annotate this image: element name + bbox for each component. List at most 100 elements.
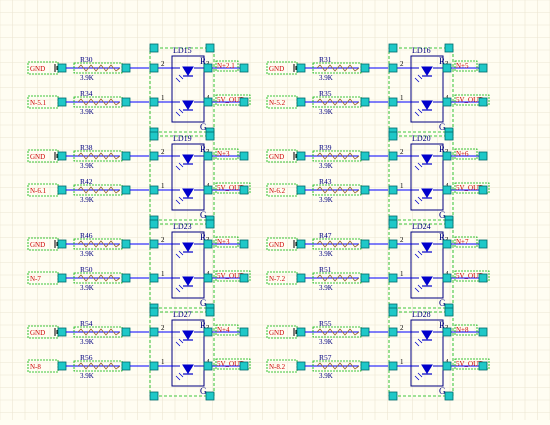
- output-pad[interactable]: [478, 361, 488, 371]
- led-pad[interactable]: [388, 327, 398, 337]
- led-pad[interactable]: [203, 327, 213, 337]
- resistor-pad-right[interactable]: [360, 361, 370, 371]
- net-label[interactable]: N-5.1: [27, 95, 59, 109]
- led-pad[interactable]: [388, 361, 398, 371]
- led-pad[interactable]: [442, 327, 452, 337]
- led-pad[interactable]: [388, 273, 398, 283]
- net-label-out[interactable]: N+2.1: [215, 60, 239, 72]
- led-pad[interactable]: [388, 131, 398, 141]
- resistor-pad-left[interactable]: [57, 185, 67, 195]
- led-pad[interactable]: [149, 239, 159, 249]
- net-label-out[interactable]: N+3: [215, 236, 239, 248]
- led-pad[interactable]: [388, 391, 398, 401]
- resistor-pad-right[interactable]: [360, 151, 370, 161]
- led-pad[interactable]: [203, 151, 213, 161]
- led-pad[interactable]: [388, 185, 398, 195]
- net-label[interactable]: N-6.2: [266, 183, 298, 197]
- led-pad[interactable]: [444, 391, 454, 401]
- resistor-pad-right[interactable]: [360, 239, 370, 249]
- resistor-pad-right[interactable]: [121, 239, 131, 249]
- resistor-pad-left[interactable]: [57, 273, 67, 283]
- led-pad[interactable]: [149, 97, 159, 107]
- net-label-out[interactable]: N+3: [215, 148, 239, 160]
- output-pad[interactable]: [478, 63, 488, 73]
- led-pad[interactable]: [444, 219, 454, 229]
- led-pad[interactable]: [444, 307, 454, 317]
- led-pad[interactable]: [444, 131, 454, 141]
- net-label-out[interactable]: N+7: [454, 236, 478, 248]
- output-pad[interactable]: [239, 63, 249, 73]
- net-label[interactable]: N-7: [27, 271, 59, 285]
- led-cell-ld27[interactable]: GNDR543.9KN-8R563.9KLD27RG2134N+45V_OUT: [27, 307, 251, 401]
- led-pad[interactable]: [442, 97, 452, 107]
- led-pad[interactable]: [203, 361, 213, 371]
- output-pad[interactable]: [239, 185, 249, 195]
- led-pad[interactable]: [388, 97, 398, 107]
- led-pad[interactable]: [205, 219, 215, 229]
- net-label-out[interactable]: N+4: [215, 324, 239, 336]
- output-pad[interactable]: [478, 273, 488, 283]
- net-label-out[interactable]: N+6: [454, 148, 478, 160]
- resistor-pad-left[interactable]: [296, 361, 306, 371]
- led-component[interactable]: LD20RG2134: [388, 134, 483, 221]
- led-pad[interactable]: [442, 63, 452, 73]
- led-component[interactable]: LD15RG2134: [149, 46, 244, 133]
- output-pad[interactable]: [478, 97, 488, 107]
- led-pad[interactable]: [149, 219, 159, 229]
- led-pad[interactable]: [388, 63, 398, 73]
- net-label[interactable]: N-6.1: [27, 183, 59, 197]
- resistor-pad-right[interactable]: [360, 273, 370, 283]
- led-cell-ld19[interactable]: GNDR383.9KN-6.1R423.9KLD19RG2134N+35V_OU…: [27, 131, 251, 225]
- output-pad[interactable]: [239, 97, 249, 107]
- resistor-pad-right[interactable]: [121, 361, 131, 371]
- resistor-pad-right[interactable]: [121, 151, 131, 161]
- led-cell-ld23[interactable]: GNDR463.9KN-7R503.9KLD23RG2134N+35V_OUT: [27, 219, 251, 313]
- led-pad[interactable]: [205, 307, 215, 317]
- led-component[interactable]: LD28RG2134: [388, 310, 483, 397]
- led-pad[interactable]: [149, 185, 159, 195]
- gnd-net-label[interactable]: GND: [27, 237, 59, 251]
- resistor-pad-left[interactable]: [57, 239, 67, 249]
- gnd-net-label[interactable]: GND: [27, 149, 59, 163]
- resistor-pad-left[interactable]: [57, 97, 67, 107]
- led-pad[interactable]: [149, 63, 159, 73]
- led-pad[interactable]: [442, 239, 452, 249]
- output-pad[interactable]: [478, 151, 488, 161]
- led-pad[interactable]: [444, 43, 454, 53]
- gnd-net-label[interactable]: GND: [266, 61, 298, 75]
- resistor-pad-left[interactable]: [57, 151, 67, 161]
- resistor-pad-left[interactable]: [296, 151, 306, 161]
- led-pad[interactable]: [203, 273, 213, 283]
- resistor-pad-left[interactable]: [296, 327, 306, 337]
- resistor-pad-left[interactable]: [296, 97, 306, 107]
- led-pad[interactable]: [149, 43, 159, 53]
- led-pad[interactable]: [203, 185, 213, 195]
- resistor-pad-left[interactable]: [57, 63, 67, 73]
- led-component[interactable]: LD16RG2134: [388, 46, 483, 133]
- schematic-canvas[interactable]: GNDR303.9KN-5.1R343.9KLD15RG2134N+2.15V_…: [0, 0, 550, 420]
- led-pad[interactable]: [149, 361, 159, 371]
- resistor-pad-left[interactable]: [296, 239, 306, 249]
- led-pad[interactable]: [203, 97, 213, 107]
- led-pad[interactable]: [149, 273, 159, 283]
- led-pad[interactable]: [388, 43, 398, 53]
- net-label[interactable]: N-5.2: [266, 95, 298, 109]
- resistor-pad-right[interactable]: [121, 97, 131, 107]
- gnd-net-label[interactable]: GND: [266, 237, 298, 251]
- resistor-pad-right[interactable]: [121, 185, 131, 195]
- led-pad[interactable]: [388, 219, 398, 229]
- output-pad[interactable]: [239, 361, 249, 371]
- gnd-net-label[interactable]: GND: [266, 149, 298, 163]
- output-pad[interactable]: [239, 273, 249, 283]
- resistor-pad-right[interactable]: [360, 185, 370, 195]
- net-label[interactable]: N-7.2: [266, 271, 298, 285]
- output-pad[interactable]: [239, 327, 249, 337]
- resistor-pad-right[interactable]: [360, 63, 370, 73]
- led-pad[interactable]: [388, 239, 398, 249]
- led-pad[interactable]: [149, 327, 159, 337]
- led-pad[interactable]: [203, 239, 213, 249]
- led-pad[interactable]: [205, 391, 215, 401]
- output-pad[interactable]: [239, 239, 249, 249]
- gnd-net-label[interactable]: GND: [266, 325, 298, 339]
- output-pad[interactable]: [239, 151, 249, 161]
